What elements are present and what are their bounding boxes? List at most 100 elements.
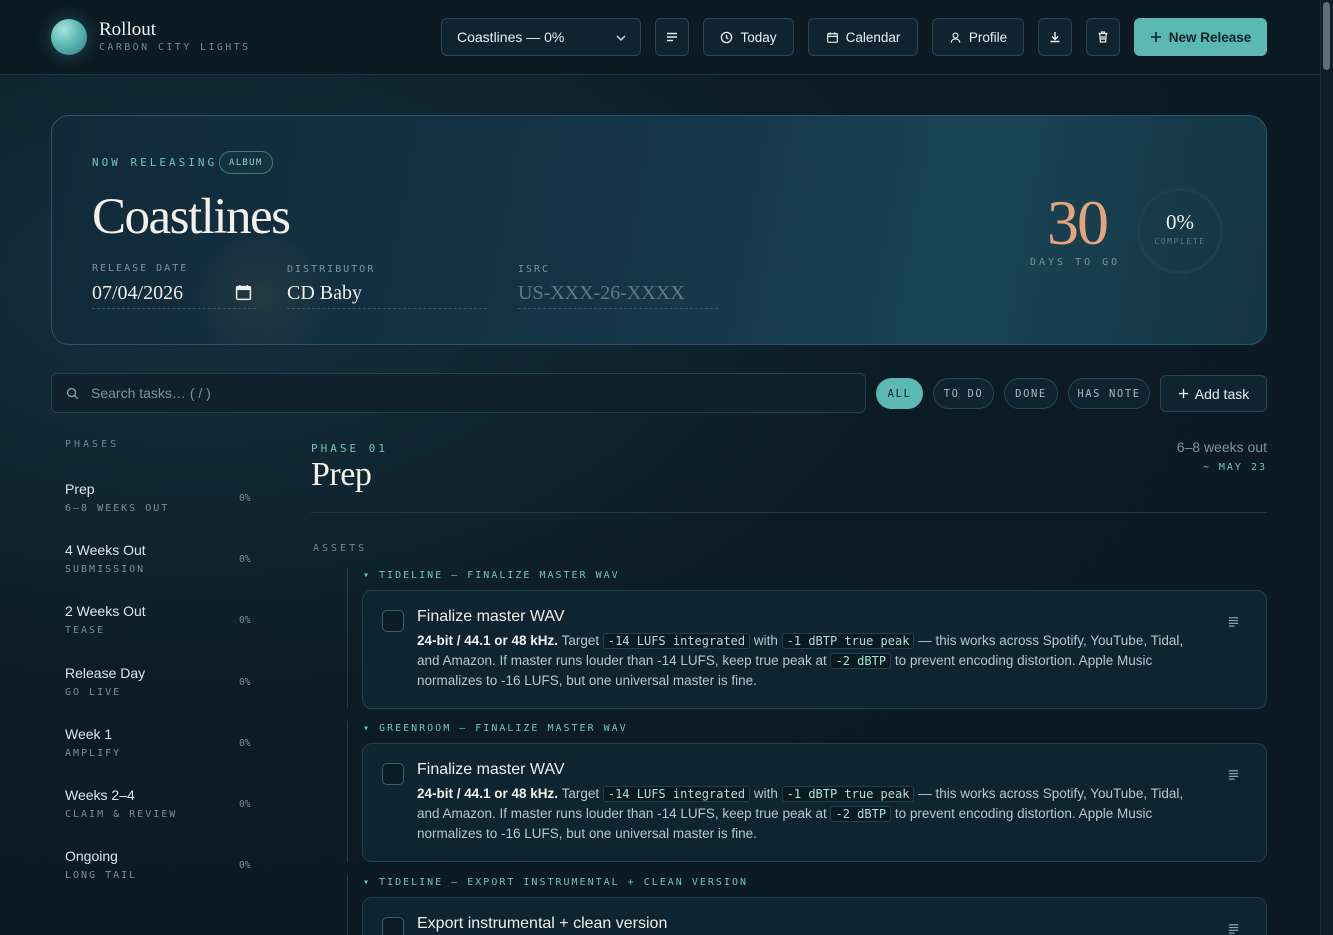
- today-button[interactable]: Today: [703, 18, 794, 56]
- sidebar-item-weeks-2-4[interactable]: Weeks 2–4 CLAIM & REVIEW 0%: [65, 787, 265, 837]
- phase-subtitle: TEASE: [65, 625, 106, 636]
- calendar-button[interactable]: Calendar: [808, 18, 918, 56]
- task-title: Finalize master WAV: [417, 608, 565, 625]
- note-icon[interactable]: [1227, 615, 1240, 628]
- filter-all-chip[interactable]: ALL: [876, 378, 923, 409]
- phase-name: Prep: [65, 481, 95, 497]
- filter-done-chip[interactable]: DONE: [1004, 378, 1058, 409]
- sidebar-item-ongoing[interactable]: Ongoing LONG TAIL 0%: [65, 848, 265, 898]
- isrc-input[interactable]: US-XXX-26-XXXX: [518, 282, 718, 309]
- phase-divider: [311, 512, 1267, 513]
- scrollbar[interactable]: [1320, 0, 1333, 935]
- filter-todo-chip[interactable]: TO DO: [933, 378, 994, 409]
- search-placeholder: Search tasks… ( / ): [91, 385, 211, 401]
- chevron-down-icon: [616, 35, 626, 42]
- phase-timing: 6–8 weeks out: [1176, 439, 1267, 455]
- task-checkbox[interactable]: [382, 917, 404, 935]
- section-heading: ASSETS: [313, 543, 368, 554]
- list-view-button[interactable]: [655, 18, 689, 56]
- phase-name: Weeks 2–4: [65, 787, 135, 803]
- brand-subtitle: CARBON CITY LIGHTS: [99, 42, 251, 53]
- distributor-label: DISTRIBUTOR: [287, 264, 376, 275]
- sidebar-item-release-day[interactable]: Release Day GO LIVE 0%: [65, 665, 265, 715]
- calendar-picker-icon[interactable]: [235, 284, 252, 301]
- phase-title: Prep: [311, 456, 372, 493]
- days-to-go-label: DAYS TO GO: [1030, 257, 1121, 268]
- profile-button[interactable]: Profile: [932, 18, 1024, 56]
- progress-label: COMPLETE: [1154, 237, 1206, 246]
- phase-subtitle: CLAIM & REVIEW: [65, 809, 178, 820]
- note-icon[interactable]: [1227, 768, 1240, 781]
- distributor-input[interactable]: CD Baby: [287, 282, 487, 309]
- new-release-label: New Release: [1168, 29, 1252, 45]
- add-task-button[interactable]: Add task: [1160, 375, 1267, 412]
- phase-name: Release Day: [65, 665, 146, 681]
- release-select-value: Coastlines — 0%: [457, 29, 565, 45]
- phase-percent: 0%: [239, 493, 251, 504]
- phase-percent: 0%: [239, 615, 251, 626]
- task-code: -1 dBTP true peak: [781, 633, 915, 649]
- release-title[interactable]: Coastlines: [92, 188, 291, 246]
- list-icon: [667, 32, 677, 42]
- phase-percent: 0%: [239, 554, 251, 565]
- task-group-toggle[interactable]: ▾ TIDELINE — FINALIZE MASTER WAV: [363, 570, 620, 581]
- sidebar-item-2-weeks-out[interactable]: 2 Weeks Out TEASE 0%: [65, 603, 265, 653]
- sidebar-item-4-weeks-out[interactable]: 4 Weeks Out SUBMISSION 0%: [65, 542, 265, 592]
- phase-subtitle: LONG TAIL: [65, 870, 138, 881]
- search-input[interactable]: Search tasks… ( / ): [51, 373, 866, 413]
- group-rail: [347, 568, 348, 708]
- task-description: 24-bit / 44.1 or 48 kHz. Target -14 LUFS…: [417, 631, 1197, 691]
- filter-has-note-chip[interactable]: HAS NOTE: [1068, 378, 1150, 409]
- release-date-input[interactable]: 07/04/2026: [92, 282, 256, 309]
- isrc-label: ISRC: [518, 264, 551, 275]
- release-hero-card: NOW RELEASING ALBUM Coastlines RELEASE D…: [51, 115, 1267, 345]
- download-icon: [1050, 32, 1060, 43]
- task-code: -2 dBTP: [830, 653, 892, 669]
- calendar-label: Calendar: [845, 29, 901, 45]
- task-desc-text: Target: [558, 786, 603, 801]
- task-group-toggle[interactable]: ▾ TIDELINE — EXPORT INSTRUMENTAL + CLEAN…: [363, 877, 748, 888]
- clock-icon: [721, 31, 733, 43]
- phase-subtitle: 6–8 WEEKS OUT: [65, 503, 170, 514]
- today-label: Today: [740, 29, 777, 45]
- add-task-label: Add task: [1194, 385, 1250, 402]
- task-checkbox[interactable]: [382, 763, 404, 785]
- user-icon: [950, 31, 961, 43]
- logo-icon: [51, 19, 87, 55]
- group-rail: [347, 721, 348, 862]
- new-release-button[interactable]: New Release: [1134, 18, 1267, 56]
- delete-button[interactable]: [1086, 18, 1120, 56]
- task-card: Finalize master WAV 24-bit / 44.1 or 48 …: [362, 743, 1267, 862]
- plus-icon: [1150, 32, 1161, 42]
- brand-name: Rollout: [99, 19, 157, 40]
- task-title: Finalize master WAV: [417, 761, 565, 778]
- sidebar-item-week-1[interactable]: Week 1 AMPLIFY 0%: [65, 726, 265, 776]
- phase-subtitle: AMPLIFY: [65, 748, 122, 759]
- phase-name: 4 Weeks Out: [65, 542, 146, 558]
- days-to-go-number: 30: [1047, 187, 1109, 258]
- task-checkbox[interactable]: [382, 610, 404, 632]
- trash-icon: [1098, 31, 1108, 43]
- note-icon[interactable]: [1227, 922, 1240, 935]
- phase-subtitle: GO LIVE: [65, 687, 122, 698]
- phase-name: Week 1: [65, 726, 113, 742]
- task-card: Export instrumental + clean version: [362, 897, 1267, 935]
- app-header: Rollout CARBON CITY LIGHTS Coastlines — …: [0, 0, 1320, 75]
- group-rail: [347, 875, 348, 935]
- release-select[interactable]: Coastlines — 0%: [441, 18, 641, 56]
- release-date-label: RELEASE DATE: [92, 263, 189, 274]
- phase-percent: 0%: [239, 799, 251, 810]
- phase-percent: 0%: [239, 738, 251, 749]
- scrollbar-thumb[interactable]: [1323, 2, 1330, 70]
- task-code: -1 dBTP true peak: [781, 786, 915, 802]
- task-group-toggle[interactable]: ▾ GREENROOM — FINALIZE MASTER WAV: [363, 723, 628, 734]
- phases-heading: PHASES: [65, 439, 120, 450]
- download-button[interactable]: [1038, 18, 1072, 56]
- task-desc-bold: 24-bit / 44.1 or 48 kHz.: [417, 633, 559, 648]
- phase-name: 2 Weeks Out: [65, 603, 146, 619]
- task-desc-bold: 24-bit / 44.1 or 48 kHz.: [417, 786, 559, 801]
- sidebar-item-prep[interactable]: Prep 6–8 WEEKS OUT 0%: [65, 481, 265, 531]
- task-title: Export instrumental + clean version: [417, 915, 668, 932]
- task-code: -2 dBTP: [830, 806, 892, 822]
- phase-name: Ongoing: [65, 848, 118, 864]
